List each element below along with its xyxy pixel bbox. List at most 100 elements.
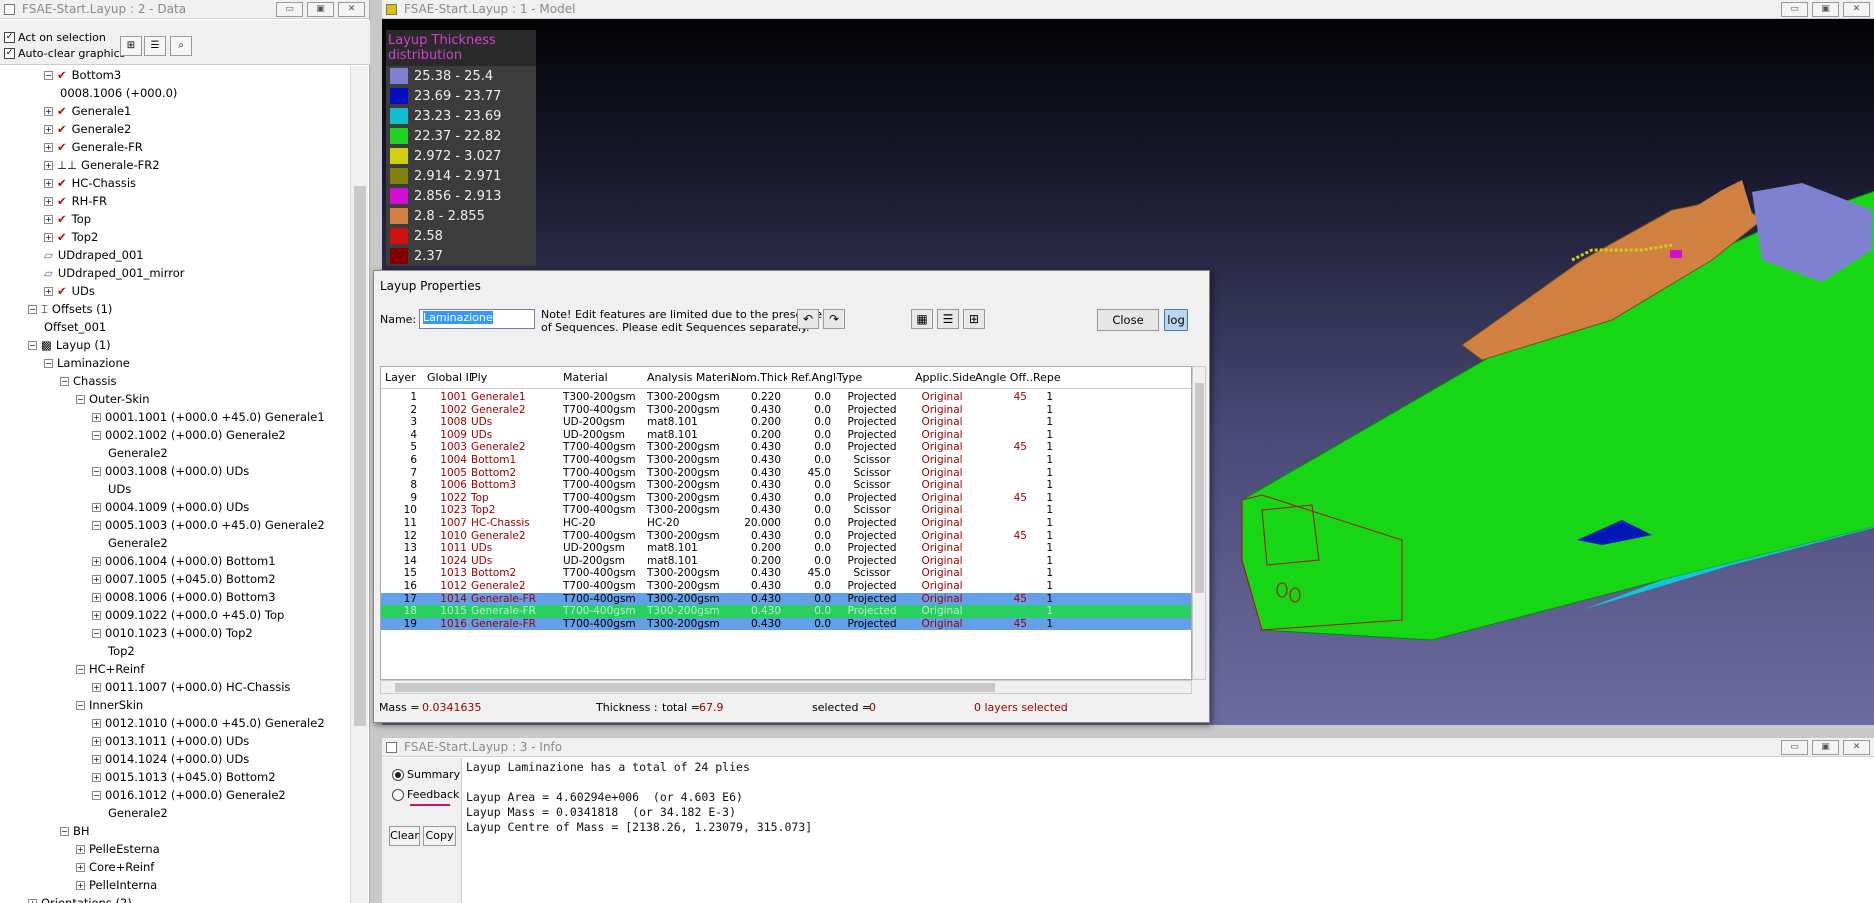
maximize-icon[interactable]: ▣ [1812, 740, 1839, 755]
collapse-icon[interactable]: − [92, 521, 101, 530]
tree-node[interactable]: −0002.1002 (+000.0) Generale2 [92, 426, 286, 444]
expand-icon[interactable]: + [92, 737, 101, 746]
export-icon[interactable]: ⊞ [963, 309, 985, 329]
expand-icon[interactable]: + [44, 143, 53, 152]
table-row[interactable]: 18 1015 Generale-FR T700-400gsm T300-200gsm 0… [381, 605, 1191, 618]
expand-icon[interactable]: + [92, 611, 101, 620]
tree-node[interactable]: ▱ UDdraped_001_mirror [44, 264, 185, 282]
tree-node[interactable]: +0009.1022 (+000.0 +45.0) Top [92, 606, 284, 624]
close-icon[interactable]: ✕ [1843, 2, 1870, 17]
expand-icon[interactable]: + [44, 197, 53, 206]
minimize-icon[interactable]: ▭ [1781, 2, 1808, 17]
table-row[interactable]: 15 1013 Bottom2 T700-400gsm T300-200gsm 0.430… [381, 567, 1191, 580]
layers-icon[interactable]: ☰ [937, 309, 959, 329]
tree-node[interactable]: +0012.1010 (+000.0 +45.0) Generale2 [92, 714, 325, 732]
tree-node[interactable]: −0003.1008 (+000.0) UDs [92, 462, 249, 480]
tree-node[interactable]: + ✔ Generale-FR [44, 138, 143, 156]
tree-node[interactable]: − ▩ Layup (1) [28, 336, 111, 354]
name-input[interactable]: Laminazione [419, 309, 535, 329]
collapse-icon[interactable]: − [44, 71, 53, 80]
table-row[interactable]: 12 1010 Generale2 T700-400gsm T300-200gsm 0.4… [381, 530, 1191, 543]
column-header[interactable]: Ref.Angle [791, 367, 837, 389]
collapse-icon[interactable]: − [76, 665, 85, 674]
collapse-icon[interactable]: − [28, 305, 37, 314]
expand-icon[interactable]: + [44, 125, 53, 134]
expand-icon[interactable]: + [76, 845, 85, 854]
collapse-icon[interactable]: − [92, 431, 101, 440]
close-icon[interactable]: ✕ [338, 2, 365, 17]
table-row[interactable]: 1 1001 Generale1 T300-200gsm T300-200gsm 0.22… [381, 391, 1191, 404]
tree-node[interactable]: +0004.1009 (+000.0) UDs [92, 498, 249, 516]
tree-node[interactable]: −0010.1023 (+000.0) Top2 [92, 624, 253, 642]
tree-node[interactable]: + ⊥⊥ Generale-FR2 [44, 156, 160, 174]
tree-node[interactable]: + PelleEsterna [76, 840, 160, 858]
tree-node[interactable]: − Laminazione [44, 354, 130, 372]
scrollbar-thumb[interactable] [1195, 383, 1204, 593]
copy-button[interactable]: Copy [423, 826, 456, 846]
tree-node[interactable]: +0006.1004 (+000.0) Bottom1 [92, 552, 276, 570]
tree-node[interactable]: −0005.1003 (+000.0 +45.0) Generale2 [92, 516, 325, 534]
table-row[interactable]: 10 1023 Top2 T700-400gsm T300-200gsm 0.430 0.0… [381, 504, 1191, 517]
expand-icon[interactable]: + [92, 557, 101, 566]
tree-node[interactable]: + ✔ Generale2 [44, 120, 131, 138]
feedback-radio[interactable]: Feedback [392, 788, 459, 801]
column-header[interactable]: Analysis Material [647, 367, 735, 389]
collapse-icon[interactable]: − [92, 629, 101, 638]
collapse-icon[interactable]: − [92, 467, 101, 476]
collapse-icon[interactable]: − [76, 395, 85, 404]
summary-radio[interactable]: Summary [392, 768, 460, 781]
table-row[interactable]: 17 1014 Generale-FR T700-400gsm T300-200gsm 0… [381, 592, 1191, 606]
act-on-selection-checkbox[interactable]: ✓ Act on selection [4, 31, 106, 44]
auto-clear-checkbox[interactable]: ✓ Auto-clear graphics [4, 47, 125, 60]
maximize-icon[interactable]: ▣ [307, 2, 334, 17]
collapse-icon[interactable]: − [60, 377, 69, 386]
tree-node[interactable]: Top2 [108, 642, 135, 660]
tree-node[interactable]: − Outer-Skin [76, 390, 150, 408]
tree-node[interactable]: + Core+Reinf [76, 858, 154, 876]
expand-icon[interactable]: + [92, 593, 101, 602]
scrollbar-thumb[interactable] [395, 683, 995, 692]
table-row[interactable]: 6 1004 Bottom1 T700-400gsm T300-200gsm 0.430 0… [381, 454, 1191, 467]
tree-node[interactable]: +0015.1013 (+045.0) Bottom2 [92, 768, 276, 786]
column-header[interactable]: Material [563, 367, 651, 389]
collapse-icon[interactable]: − [60, 827, 69, 836]
collapse-icon[interactable]: − [76, 701, 85, 710]
table-row[interactable]: 4 1009 UDs UD-200gsm mat8.101 0.200 0.0 Project… [381, 429, 1191, 442]
column-header[interactable]: Layer [385, 367, 423, 389]
table-row[interactable]: 2 1002 Generale2 T700-400gsm T300-200gsm 0.43… [381, 404, 1191, 417]
expand-icon[interactable]: + [92, 575, 101, 584]
tree-node[interactable]: − HC+Reinf [76, 660, 144, 678]
column-header[interactable]: Type [837, 367, 913, 389]
tree-node[interactable]: Generale2 [108, 534, 168, 552]
tree-node[interactable]: Generale2 [108, 804, 168, 822]
close-icon[interactable]: ✕ [1843, 740, 1870, 755]
table-row[interactable]: 5 1003 Generale2 T700-400gsm T300-200gsm 0.43… [381, 441, 1191, 454]
expand-icon[interactable]: + [44, 179, 53, 188]
expand-icon[interactable]: + [92, 413, 101, 422]
tree-node[interactable]: ▱ UDdraped_001 [44, 246, 144, 264]
tree-node[interactable]: −0016.1012 (+000.0) Generale2 [92, 786, 286, 804]
column-header[interactable]: Nom.Thick. [731, 367, 787, 389]
table-row[interactable]: 3 1008 UDs UD-200gsm mat8.101 0.200 0.0 Project… [381, 416, 1191, 429]
table-row[interactable]: 19 1016 Generale-FR T700-400gsm T300-200gsm 0… [381, 617, 1191, 631]
table-row[interactable]: 14 1024 UDs UD-200gsm mat8.101 0.200 0.0 Projec… [381, 555, 1191, 568]
chassis-3d-model[interactable] [1241, 168, 1874, 641]
tree-scrollbar[interactable] [350, 66, 368, 903]
tree-node[interactable]: +0008.1006 (+000.0) Bottom3 [92, 588, 276, 606]
table-row[interactable]: 8 1006 Bottom3 T700-400gsm T300-200gsm 0.430 0… [381, 479, 1191, 492]
tree-node[interactable]: + ✔ Top2 [44, 228, 98, 246]
undo-icon[interactable]: ↶ [797, 309, 819, 329]
tree-node[interactable]: − Chassis [60, 372, 117, 390]
mesh-icon[interactable]: ▦ [911, 309, 933, 329]
tree-node[interactable]: − ⌶ Offsets (1) [28, 300, 112, 318]
tree-node[interactable]: UDs [108, 480, 131, 498]
table-row[interactable]: 11 1007 HC-Chassis HC-20 HC-20 20.000 0.0 Proje… [381, 517, 1191, 530]
tree-node[interactable]: +0001.1001 (+000.0 +45.0) Generale1 [92, 408, 325, 426]
expand-icon[interactable]: + [44, 233, 53, 242]
maximize-icon[interactable]: ▣ [1812, 2, 1839, 17]
table-hscroll[interactable] [380, 680, 1192, 694]
expand-icon[interactable]: + [76, 881, 85, 890]
collapse-icon[interactable]: − [28, 341, 37, 350]
minimize-icon[interactable]: ▭ [276, 2, 303, 17]
layup-table[interactable]: Layer Global ID Ply Material Analysis Materi… [380, 366, 1192, 680]
